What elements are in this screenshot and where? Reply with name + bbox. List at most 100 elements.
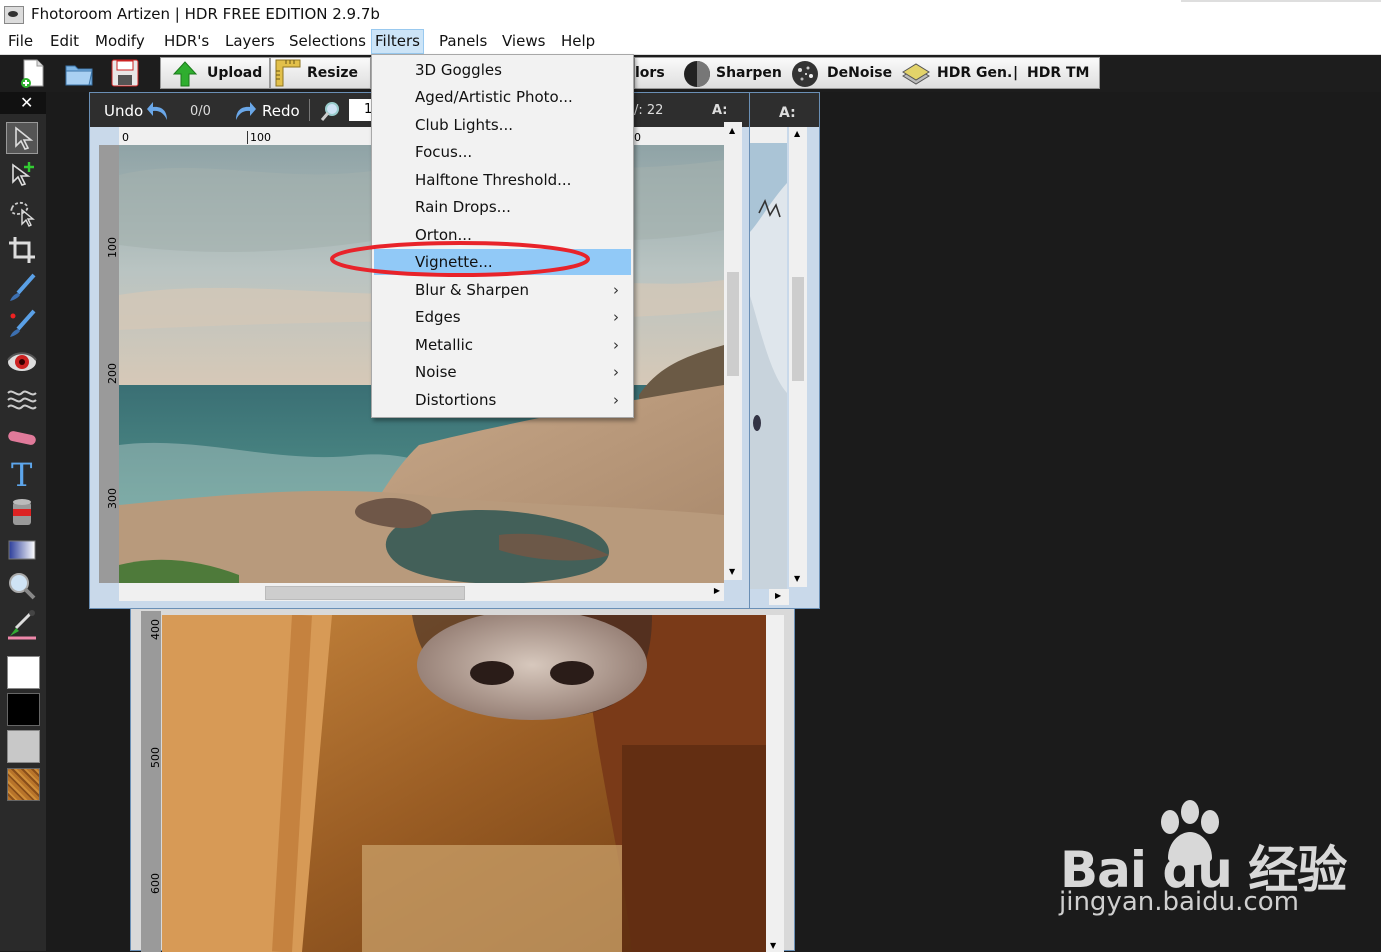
zoom-icon[interactable] xyxy=(320,100,342,122)
menu-item-metallic[interactable]: Metallic › xyxy=(374,332,631,358)
ruler-label: 600 xyxy=(149,873,162,894)
menu-item-3d-goggles[interactable]: 3D Goggles xyxy=(374,57,631,83)
scroll-down-arrow-icon[interactable]: ▼ xyxy=(794,574,800,583)
scroll-up-arrow-icon[interactable]: ▲ xyxy=(794,129,800,138)
menu-item-edges[interactable]: Edges › xyxy=(374,304,631,330)
background-color-swatch[interactable] xyxy=(7,693,40,726)
menu-item-club-lights[interactable]: Club Lights... xyxy=(374,112,631,138)
menu-item-blur-sharpen[interactable]: Blur & Sharpen › xyxy=(374,277,631,303)
eraser-tool-icon[interactable] xyxy=(6,422,38,454)
scroll-right-arrow-icon[interactable]: ▶ xyxy=(775,591,781,600)
title-bar: Fhotoroom Artizen | HDR FREE EDITION 2.9… xyxy=(0,0,1381,29)
foreground-color-swatch[interactable] xyxy=(7,656,40,689)
menu-item-orton[interactable]: Orton... xyxy=(374,222,631,248)
ruler-label: 200 xyxy=(106,363,119,384)
back-vertical-scrollbar[interactable]: ▲ ▼ xyxy=(789,127,807,587)
snow-photo[interactable] xyxy=(749,143,787,589)
upload-arrow-icon xyxy=(172,61,198,87)
main-toolbar: Upload Resize lors Sharpen DeNoise HDR G… xyxy=(0,55,1381,92)
resize-label: Resize xyxy=(307,65,359,81)
menu-item-halftone-threshold[interactable]: Halftone Threshold... xyxy=(374,167,631,193)
denoise-icon xyxy=(792,61,818,87)
hdr-tm-button[interactable]: HDR TM xyxy=(1027,65,1089,81)
lasso-tool-icon[interactable] xyxy=(6,196,38,228)
vertical-ruler: 100 200 300 xyxy=(99,145,119,583)
undo-arrow-icon[interactable] xyxy=(145,98,171,122)
menu-filters[interactable]: Filters xyxy=(371,29,424,54)
upload-button[interactable]: Upload xyxy=(160,57,270,89)
submenu-arrow-icon: › xyxy=(613,363,619,381)
menu-help[interactable]: Help xyxy=(559,32,597,50)
clone-brush-tool-icon[interactable] xyxy=(6,308,38,340)
tool-panel: ✕ T xyxy=(0,92,46,951)
tool-panel-header: ✕ xyxy=(0,92,46,114)
svg-text:T: T xyxy=(11,458,33,490)
scroll-thumb[interactable] xyxy=(792,277,804,381)
scroll-thumb[interactable] xyxy=(265,586,465,600)
save-disk-icon[interactable] xyxy=(109,57,141,89)
menu-item-distortions[interactable]: Distortions › xyxy=(374,387,631,413)
brush-tool-icon[interactable] xyxy=(6,272,38,304)
menu-item-aged-artistic-photo[interactable]: Aged/Artistic Photo... xyxy=(374,84,631,110)
vertical-scrollbar[interactable]: ▲ ▼ xyxy=(724,122,742,580)
menu-selections[interactable]: Selections xyxy=(287,32,368,50)
submenu-arrow-icon: › xyxy=(613,281,619,299)
redo-button[interactable]: Redo xyxy=(262,102,300,120)
resize-button[interactable]: Resize xyxy=(270,57,371,89)
close-panel-icon[interactable]: ✕ xyxy=(20,93,33,112)
zoom-tool-icon[interactable] xyxy=(6,570,38,602)
alpha-label: A: xyxy=(712,103,728,118)
color-picker-tool-icon[interactable] xyxy=(6,608,38,640)
hdr-gen-button[interactable]: HDR Gen. xyxy=(937,65,1012,81)
text-tool-icon[interactable]: T xyxy=(6,456,38,494)
horizontal-scrollbar[interactable]: ▶ xyxy=(119,583,724,601)
back-horizontal-scrollbar[interactable]: ▶ xyxy=(769,589,789,605)
menu-views[interactable]: Views xyxy=(500,32,547,50)
menu-item-rain-drops[interactable]: Rain Drops... xyxy=(374,194,631,220)
zoom-input[interactable]: 1 xyxy=(349,99,372,121)
gradient-tool-icon[interactable] xyxy=(6,534,38,566)
menu-item-focus[interactable]: Focus... xyxy=(374,139,631,165)
redo-arrow-icon[interactable] xyxy=(232,98,258,122)
menu-item-noise[interactable]: Noise › xyxy=(374,359,631,385)
history-counter: 0/0 xyxy=(190,104,211,119)
baidu-watermark: Bai du 经验 jingyan.baidu.com xyxy=(1055,800,1375,920)
undo-button[interactable]: Undo xyxy=(104,102,143,120)
red-eye-tool-icon[interactable] xyxy=(6,346,38,378)
cow-photo[interactable] xyxy=(162,615,766,952)
scroll-up-arrow-icon[interactable]: ▲ xyxy=(729,126,735,135)
baidu-url-text: jingyan.baidu.com xyxy=(1059,887,1299,917)
menu-edit[interactable]: Edit xyxy=(48,32,81,50)
ruler-label: 0 xyxy=(634,131,641,144)
scroll-down-arrow-icon[interactable]: ▼ xyxy=(729,567,735,576)
scroll-down-arrow-icon[interactable]: ▼ xyxy=(770,941,776,950)
sharpen-icon xyxy=(684,61,710,87)
menu-layers[interactable]: Layers xyxy=(223,32,277,50)
ruler-label: 300 xyxy=(106,488,119,509)
open-folder-icon[interactable] xyxy=(63,57,95,89)
crop-tool-icon[interactable] xyxy=(6,234,38,266)
texture-swatch[interactable] xyxy=(7,768,40,801)
submenu-arrow-icon: › xyxy=(613,336,619,354)
sharpen-button[interactable]: Sharpen xyxy=(716,65,782,81)
menu-hdrs[interactable]: HDR's xyxy=(162,32,211,50)
wave-tool-icon[interactable] xyxy=(6,384,38,416)
ruler-label: 400 xyxy=(149,619,162,640)
scroll-thumb[interactable] xyxy=(727,272,739,376)
menu-file[interactable]: File xyxy=(6,32,35,50)
pointer-tool-icon[interactable] xyxy=(6,122,38,154)
gray-color-swatch[interactable] xyxy=(7,730,40,763)
menu-panels[interactable]: Panels xyxy=(437,32,489,50)
new-document-icon[interactable] xyxy=(17,57,49,89)
scroll-right-arrow-icon[interactable]: ▶ xyxy=(714,586,720,595)
colors-button[interactable]: lors xyxy=(635,65,665,81)
hdr-layers-icon xyxy=(902,63,930,85)
vertical-ruler: 400 500 600 xyxy=(141,611,162,952)
submenu-arrow-icon: › xyxy=(613,308,619,326)
denoise-button[interactable]: DeNoise xyxy=(827,65,892,81)
paint-bucket-tool-icon[interactable] xyxy=(6,496,38,528)
vertical-scrollbar[interactable]: ▼ xyxy=(766,615,784,952)
move-add-tool-icon[interactable] xyxy=(6,158,38,190)
menu-item-vignette[interactable]: Vignette... xyxy=(374,249,631,275)
menu-modify[interactable]: Modify xyxy=(93,32,147,50)
